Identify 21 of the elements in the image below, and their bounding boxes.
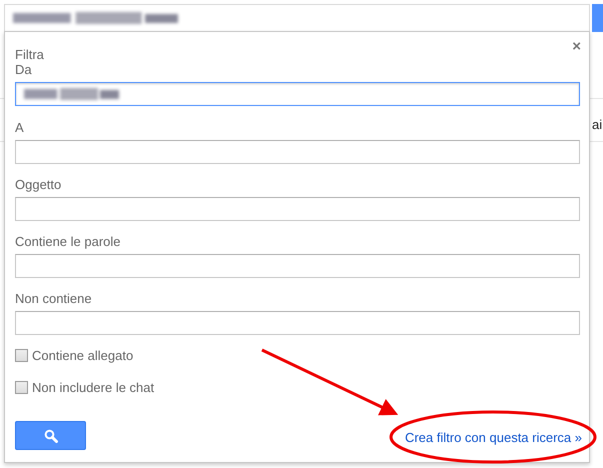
input-field[interactable] [15, 197, 580, 221]
message-snippet: ai [592, 117, 602, 132]
close-icon[interactable]: × [572, 40, 581, 54]
checkbox-label: Non includere le chat [32, 380, 154, 395]
dialog-title: Filtra [15, 47, 45, 62]
checkbox[interactable] [15, 349, 28, 362]
input-field[interactable] [15, 82, 580, 106]
search-button[interactable] [15, 421, 86, 450]
checkbox-label: Contiene allegato [32, 348, 134, 363]
field-label: A [15, 120, 24, 135]
checkbox[interactable] [15, 381, 28, 394]
field-label: Non contiene [15, 291, 92, 306]
field-label: Da [15, 62, 32, 77]
field-label: Contiene le parole [15, 234, 121, 249]
input-field[interactable] [15, 311, 580, 335]
input-field[interactable] [15, 254, 580, 278]
input-field[interactable] [15, 140, 580, 164]
create-filter-link[interactable]: Crea filtro con questa ricerca » [404, 430, 582, 445]
field-label: Oggetto [15, 177, 62, 192]
search-icon [44, 428, 58, 442]
search-field[interactable] [4, 4, 590, 31]
